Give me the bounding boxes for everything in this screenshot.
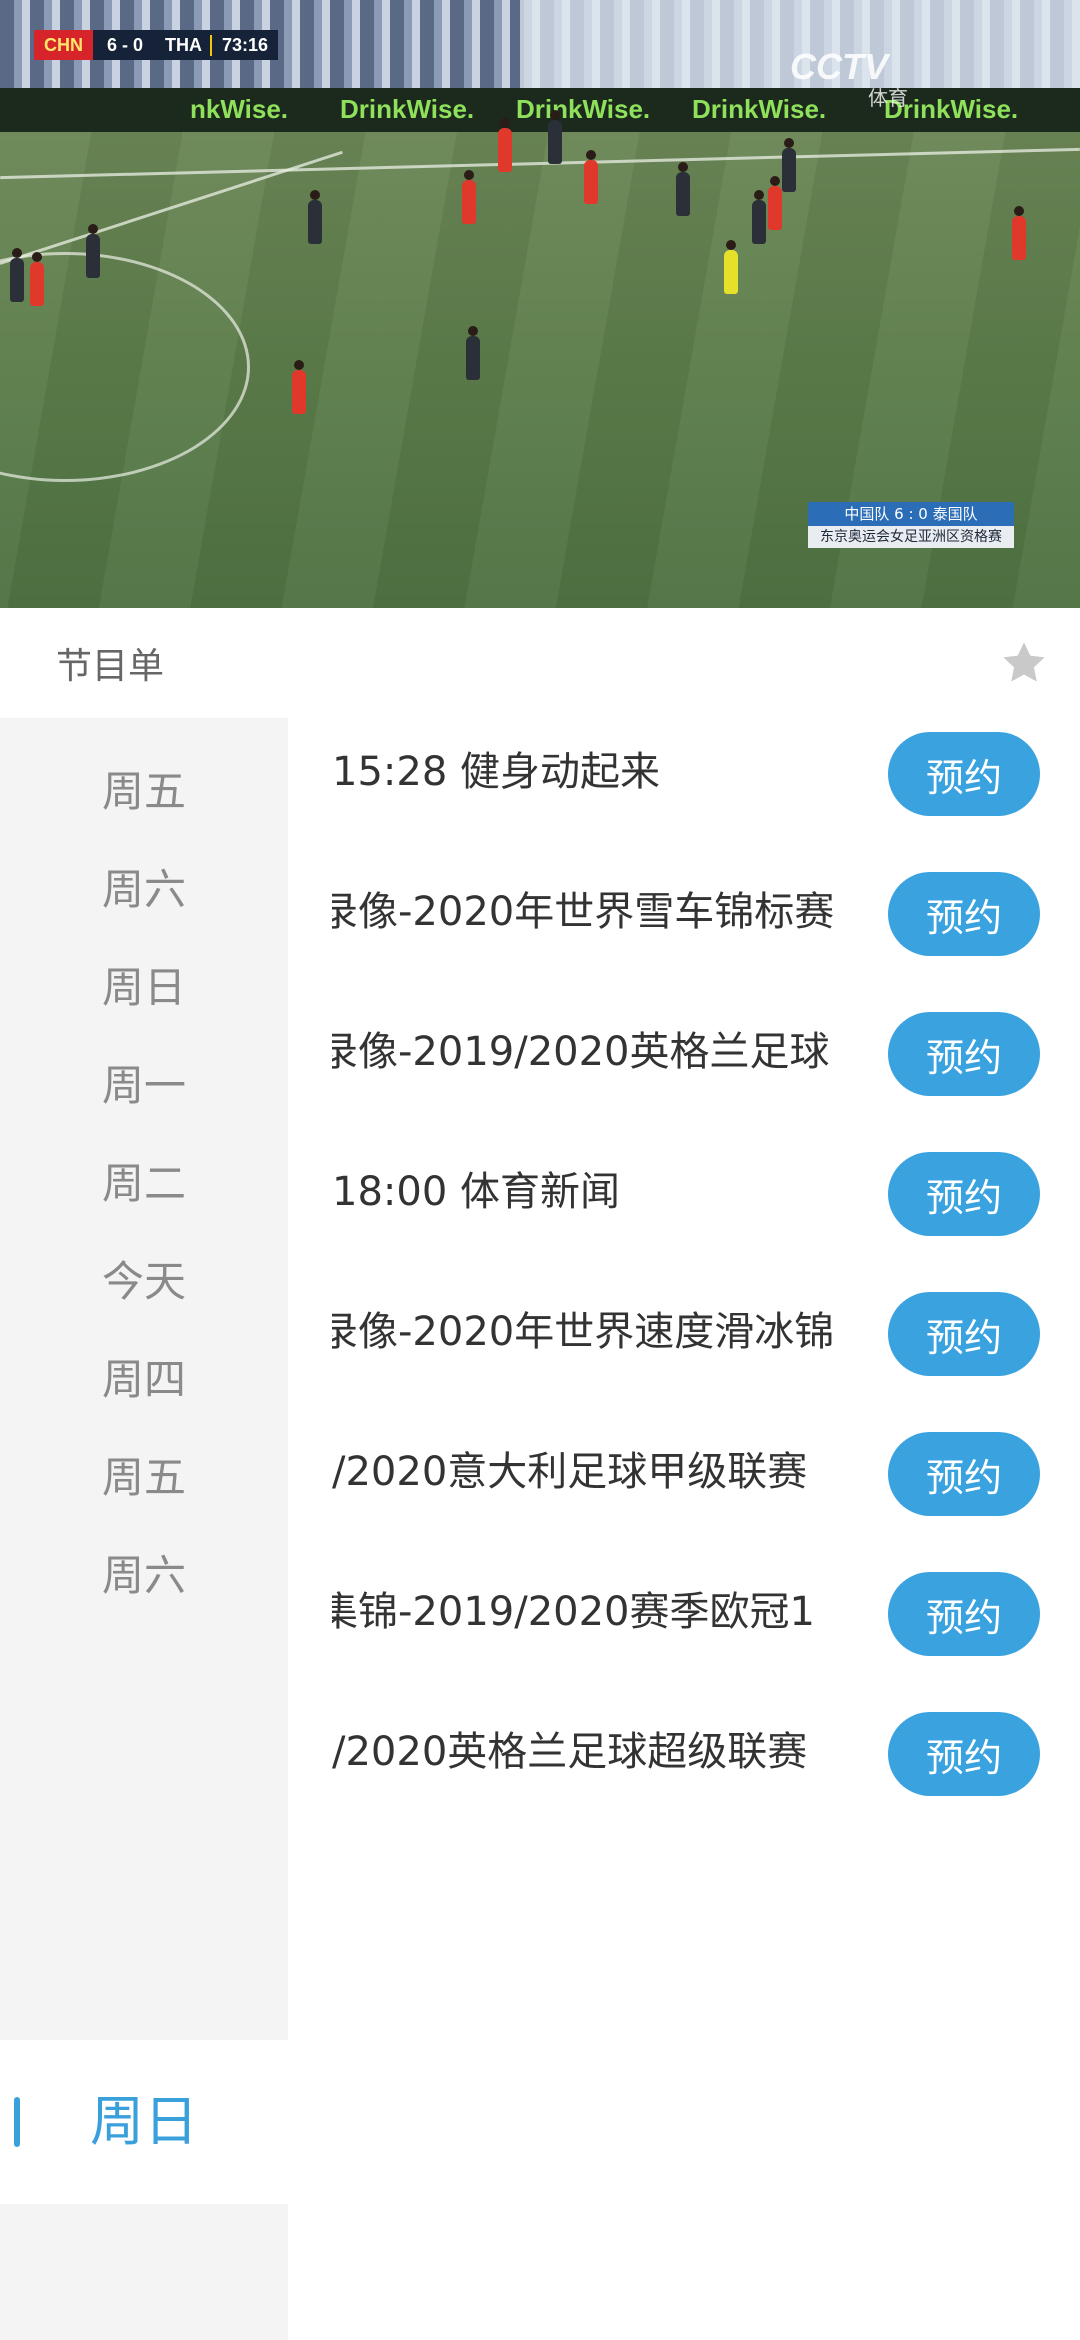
player (466, 326, 480, 380)
lower-third-score: 中国队 6 : 0 泰国队 (808, 502, 1014, 526)
day-label: 周日 (90, 2090, 198, 2153)
match-clock: 73:16 (210, 34, 278, 56)
referee (724, 240, 738, 294)
away-team: THA (165, 34, 203, 55)
program-title: 集锦-2019/2020赛季欧冠1 (332, 1589, 815, 1635)
day-item[interactable]: 周六 (0, 1526, 288, 1626)
reserve-button[interactable]: 预约 (888, 872, 1040, 956)
program-item: 录像-2020年世界速度滑冰锦 预约 (288, 1292, 1080, 1392)
player (10, 248, 24, 302)
day-sidebar: 周五 周六 周日 周一 周二 今天 周四 周五 周六 周日 (0, 718, 288, 2340)
day-item[interactable]: 周六 (0, 840, 288, 940)
day-label: 周二 (101, 1159, 186, 1208)
day-label: 周五 (101, 1453, 186, 1502)
reserve-button[interactable]: 预约 (888, 1152, 1040, 1236)
program-item: 18:00 体育新闻 预约 (288, 1152, 1080, 1252)
ad-text: nkWise. (190, 94, 289, 124)
player (30, 252, 44, 306)
player (676, 162, 690, 216)
scoreboard: CHN 6 - 0 THA 73:16 (34, 30, 279, 60)
ad-text: DrinkWise. (692, 94, 827, 124)
day-item-today[interactable]: 今天 (0, 1232, 288, 1332)
watermark-text: 拾光小黑屋 (922, 2279, 1063, 2312)
program-item: 录像-2020年世界雪车锦标赛 预约 (288, 872, 1080, 972)
day-item[interactable]: 周五 (0, 742, 288, 842)
day-label: 今天 (101, 1257, 186, 1306)
video-player[interactable]: nkWise. DrinkWise. DrinkWise. DrinkWise.… (0, 0, 1080, 608)
page-title: 节目单 (56, 646, 165, 687)
program-title: 15:28 健身动起来 (332, 749, 660, 795)
day-item[interactable]: 周五 (0, 1428, 288, 1528)
player (752, 190, 766, 244)
program-item: 录像-2019/2020英格兰足球 预约 (288, 1012, 1080, 1112)
player (462, 170, 476, 224)
day-item[interactable]: 周一 (0, 1036, 288, 1136)
program-item: 15:28 健身动起来 预约 (288, 732, 1080, 832)
player (584, 150, 598, 204)
ad-text: DrinkWise. (340, 94, 475, 124)
score: 6 - 0 (107, 34, 144, 55)
reserve-button[interactable]: 预约 (888, 1012, 1040, 1096)
day-item-selected[interactable]: 周日 (0, 2040, 288, 2204)
home-team: CHN (34, 30, 93, 60)
player (86, 224, 100, 278)
day-item[interactable]: 周日 (0, 938, 288, 1038)
player (308, 190, 322, 244)
program-item: /2020英格兰足球超级联赛 预约 (288, 1712, 1080, 1812)
lower-third: 中国队 6 : 0 泰国队 东京奥运会女足亚洲区资格赛 (808, 502, 1014, 548)
program-item: /2020意大利足球甲级联赛 预约 (288, 1432, 1080, 1532)
player (548, 110, 562, 164)
player (768, 176, 782, 230)
day-label: 周六 (101, 865, 186, 914)
reserve-button[interactable]: 预约 (888, 1712, 1040, 1796)
star-icon[interactable] (998, 637, 1050, 689)
ad-text: DrinkWise. (516, 94, 651, 124)
reserve-button[interactable]: 预约 (888, 1432, 1040, 1516)
watermark: 拾光小黑屋 (870, 2272, 1062, 2316)
player (498, 118, 512, 172)
player (292, 360, 306, 414)
program-item: 集锦-2019/2020赛季欧冠1 预约 (288, 1572, 1080, 1672)
day-item[interactable]: 周二 (0, 1134, 288, 1234)
program-title: 录像-2020年世界雪车锦标赛 (332, 889, 835, 935)
day-label: 周六 (101, 1551, 186, 1600)
day-label: 周四 (101, 1355, 186, 1404)
program-title: 录像-2019/2020英格兰足球 (332, 1029, 830, 1075)
day-label: 周一 (101, 1061, 186, 1110)
reserve-button[interactable]: 预约 (888, 1292, 1040, 1376)
lower-third-event: 东京奥运会女足亚洲区资格赛 (808, 526, 1014, 548)
day-label: 周五 (101, 767, 186, 816)
day-item[interactable]: 周四 (0, 1330, 288, 1430)
reserve-button[interactable]: 预约 (888, 1572, 1040, 1656)
program-list: 15:28 健身动起来 预约 录像-2020年世界雪车锦标赛 预约 录像-201… (288, 718, 1080, 2340)
player (782, 138, 796, 192)
program-title: /2020英格兰足球超级联赛 (332, 1729, 808, 1775)
wechat-icon (870, 2277, 914, 2310)
program-title: 录像-2020年世界速度滑冰锦 (332, 1309, 835, 1355)
schedule-header: 节目单 (0, 608, 1080, 718)
day-label: 周日 (101, 963, 186, 1012)
selected-indicator (14, 2097, 20, 2147)
program-title: /2020意大利足球甲级联赛 (332, 1449, 808, 1495)
program-title: 18:00 体育新闻 (332, 1169, 620, 1215)
reserve-button[interactable]: 预约 (888, 732, 1040, 816)
player (1012, 206, 1026, 260)
channel-sub-logo: 体育 (868, 86, 908, 110)
